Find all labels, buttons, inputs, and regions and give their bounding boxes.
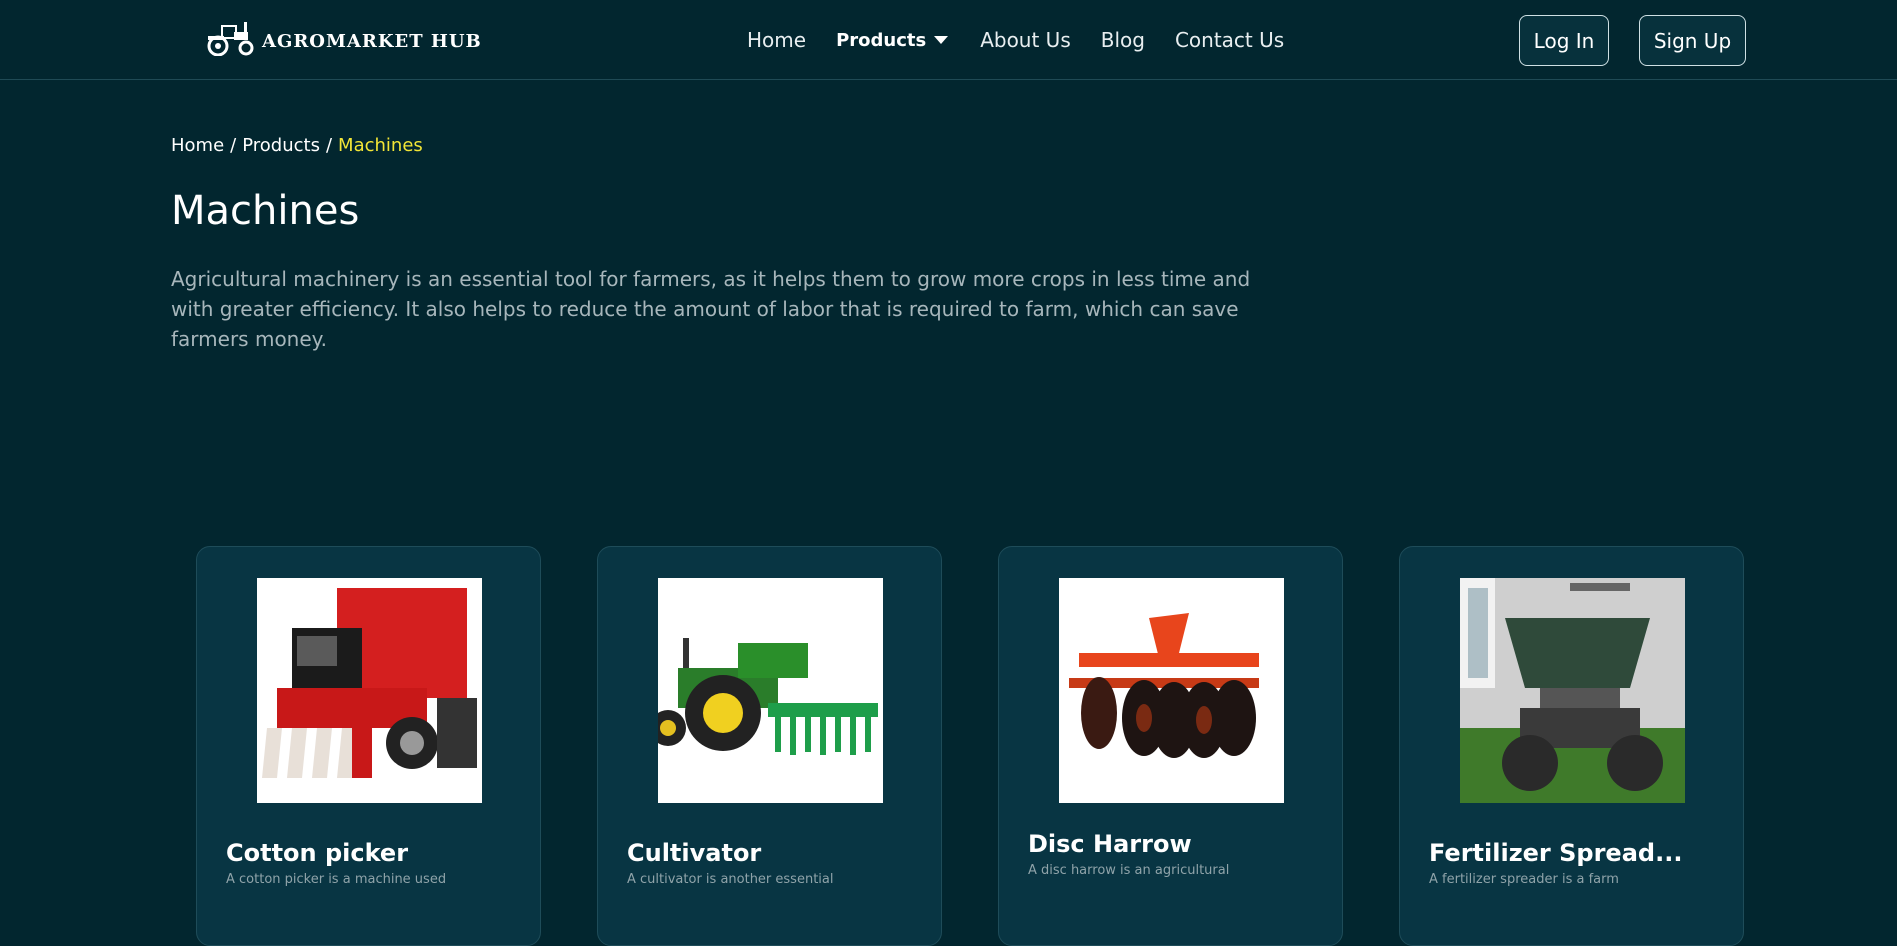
breadcrumb-home[interactable]: Home (171, 135, 224, 156)
nav-products-dropdown[interactable]: Products (836, 29, 949, 51)
page-title: Machines (171, 188, 360, 234)
cotton-picker-image (257, 578, 482, 803)
product-card[interactable]: Fertilizer Spread... A fertilizer spread… (1399, 546, 1744, 946)
product-card[interactable]: Cotton picker A cotton picker is a machi… (196, 546, 541, 946)
brand-logo[interactable]: AGROMARKET HUB (204, 18, 482, 56)
top-navbar: AGROMARKET HUB Home Products About Us Bl… (0, 0, 1897, 80)
breadcrumb-separator: / (230, 135, 237, 156)
product-image[interactable] (257, 578, 482, 803)
nav-products-label: Products (836, 29, 927, 51)
product-title[interactable]: Cultivator (627, 839, 761, 867)
fertilizer-spreader-image (1460, 578, 1685, 803)
product-image[interactable] (1460, 578, 1685, 803)
product-card[interactable]: Cultivator A cultivator is another essen… (597, 546, 942, 946)
brand-name: AGROMARKET HUB (262, 30, 482, 52)
signup-button[interactable]: Sign Up (1639, 15, 1746, 66)
nav-blog[interactable]: Blog (1101, 28, 1145, 52)
cultivator-image (658, 578, 883, 803)
page-description: Agricultural machinery is an essential t… (171, 267, 1251, 351)
nav-contact[interactable]: Contact Us (1175, 28, 1284, 52)
product-title[interactable]: Disc Harrow (1028, 830, 1192, 858)
breadcrumb-products[interactable]: Products (242, 135, 320, 156)
tractor-icon (207, 22, 254, 56)
product-title[interactable]: Cotton picker (226, 839, 408, 867)
disc-harrow-image (1059, 578, 1284, 803)
product-title[interactable]: Fertilizer Spread... (1429, 839, 1682, 867)
product-description: A disc harrow is an agricultural (1028, 863, 1230, 878)
nav-about[interactable]: About Us (980, 28, 1071, 52)
breadcrumb: Home / Products / Machines (171, 135, 423, 156)
product-description: A fertilizer spreader is a farm (1429, 872, 1619, 887)
breadcrumb-current: Machines (338, 135, 423, 156)
nav-home[interactable]: Home (747, 28, 806, 52)
breadcrumb-separator: / (325, 135, 333, 156)
product-image[interactable] (658, 578, 883, 803)
main-nav: Home Products About Us Blog Contact Us (747, 28, 1314, 52)
product-description: A cultivator is another essential (627, 872, 834, 887)
product-card[interactable]: Disc Harrow A disc harrow is an agricult… (998, 546, 1343, 946)
login-button[interactable]: Log In (1519, 15, 1609, 66)
caret-down-icon (934, 36, 949, 44)
product-description: A cotton picker is a machine used (226, 872, 447, 887)
product-image[interactable] (1059, 578, 1284, 803)
